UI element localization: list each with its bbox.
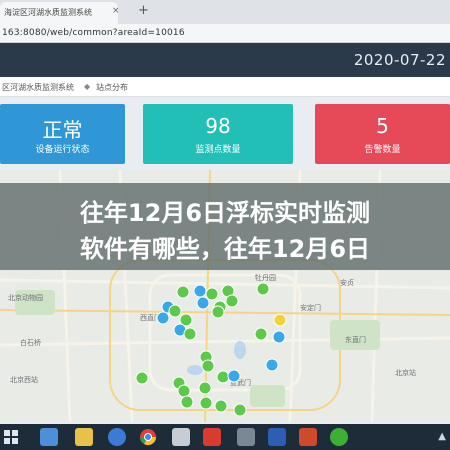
screenshot-root: 海淀区河湖水质监测系统 × + 163:8080/web/common?area… xyxy=(0,0,450,450)
monitor-point-marker[interactable] xyxy=(233,403,247,417)
monitor-point-marker[interactable] xyxy=(265,358,279,372)
breadcrumb-item-sites[interactable]: 站点分布 xyxy=(96,82,128,93)
monitor-point-marker[interactable] xyxy=(199,396,213,410)
headline-line-1: 往年12月6日浮标实时监测 xyxy=(79,199,371,227)
browser-tab[interactable]: 海淀区河湖水质监测系统 xyxy=(0,2,118,24)
monitor-point-marker[interactable] xyxy=(227,369,241,383)
map-label: 北京西站 xyxy=(10,375,38,384)
chrome-icon[interactable] xyxy=(139,428,157,446)
map-label: 东直门 xyxy=(345,335,366,344)
folder-icon[interactable] xyxy=(75,428,93,446)
monitor-point-marker[interactable] xyxy=(205,287,219,301)
headline-line-2: 软件有哪些，往年12月6日 xyxy=(79,235,371,263)
map-label: 北京站 xyxy=(395,368,416,377)
browser-tab-bar: 海淀区河湖水质监测系统 × + xyxy=(0,0,450,24)
word-icon[interactable] xyxy=(268,428,286,446)
breadcrumb-item-system[interactable]: 区河湖水质监测系统 xyxy=(2,82,74,93)
monitor-point-marker[interactable] xyxy=(211,305,225,319)
tab-title: 海淀区河湖水质监测系统 xyxy=(4,8,92,17)
map-label: 牡丹园 xyxy=(255,273,276,282)
wechat-icon[interactable] xyxy=(330,428,348,446)
card-value: 正常 xyxy=(42,118,83,142)
tab-close-icon[interactable]: × xyxy=(112,6,120,16)
url-text[interactable]: 163:8080/web/common?areaId=10016 xyxy=(2,28,185,38)
network-icon[interactable] xyxy=(237,428,255,446)
monitor-point-marker[interactable] xyxy=(183,327,197,341)
monitor-point-marker[interactable] xyxy=(201,359,215,373)
map-label: 北京动物园 xyxy=(8,293,43,302)
powerpoint-icon[interactable] xyxy=(299,428,317,446)
map-label: 安贞 xyxy=(340,278,354,287)
monitor-point-marker[interactable] xyxy=(256,282,270,296)
monitor-point-marker[interactable] xyxy=(177,384,191,398)
monitor-point-marker[interactable] xyxy=(198,381,212,395)
monitor-point-marker[interactable] xyxy=(156,311,170,325)
monitor-point-marker[interactable] xyxy=(225,294,239,308)
card-label: 监测点数量 xyxy=(195,145,241,155)
monitor-point-marker[interactable] xyxy=(272,330,286,344)
map-label: 安定门 xyxy=(300,303,321,312)
tray-arrow-icon[interactable]: ▲ xyxy=(438,431,446,442)
headline-overlay: 往年12月6日浮标实时监测 软件有哪些，往年12月6日 xyxy=(0,183,450,270)
address-bar[interactable]: 163:8080/web/common?areaId=10016 xyxy=(0,24,450,43)
app-icon[interactable] xyxy=(172,428,190,446)
monitor-point-marker[interactable] xyxy=(176,285,190,299)
map-label: 白石桥 xyxy=(20,338,41,347)
monitor-point-marker[interactable] xyxy=(196,296,210,310)
monitor-point-marker[interactable] xyxy=(254,327,268,341)
monitor-point-marker[interactable] xyxy=(168,304,182,318)
new-tab-icon[interactable]: + xyxy=(138,3,149,18)
breadcrumb: 区河湖水质监测系统 ◆ 站点分布 xyxy=(0,77,450,97)
status-card-monitor-points[interactable]: 98 监测点数量 xyxy=(143,104,293,164)
app-header: 2020-07-22 xyxy=(0,43,450,77)
card-value: 5 xyxy=(376,114,389,138)
card-label: 设备运行状态 xyxy=(35,145,90,155)
monitor-point-marker[interactable] xyxy=(180,395,194,409)
taskbar: ▲ xyxy=(0,424,450,450)
breadcrumb-separator-icon: ◆ xyxy=(84,82,91,91)
card-label: 告警数量 xyxy=(364,145,401,155)
media-player-icon[interactable] xyxy=(108,428,126,446)
monitor-point-marker[interactable] xyxy=(273,313,287,327)
header-date: 2020-07-22 xyxy=(353,51,446,69)
monitor-point-marker[interactable] xyxy=(135,371,149,385)
card-value: 98 xyxy=(205,114,231,138)
monitor-point-marker[interactable] xyxy=(216,370,230,384)
start-icon[interactable] xyxy=(3,429,19,445)
pdf-icon[interactable] xyxy=(203,428,221,446)
status-card-alerts[interactable]: 5 告警数量 xyxy=(315,104,450,164)
monitor-point-marker[interactable] xyxy=(193,284,207,298)
file-explorer-icon[interactable] xyxy=(40,428,58,446)
status-card-device[interactable]: 正常 设备运行状态 xyxy=(0,104,125,164)
monitor-point-marker[interactable] xyxy=(214,399,228,413)
